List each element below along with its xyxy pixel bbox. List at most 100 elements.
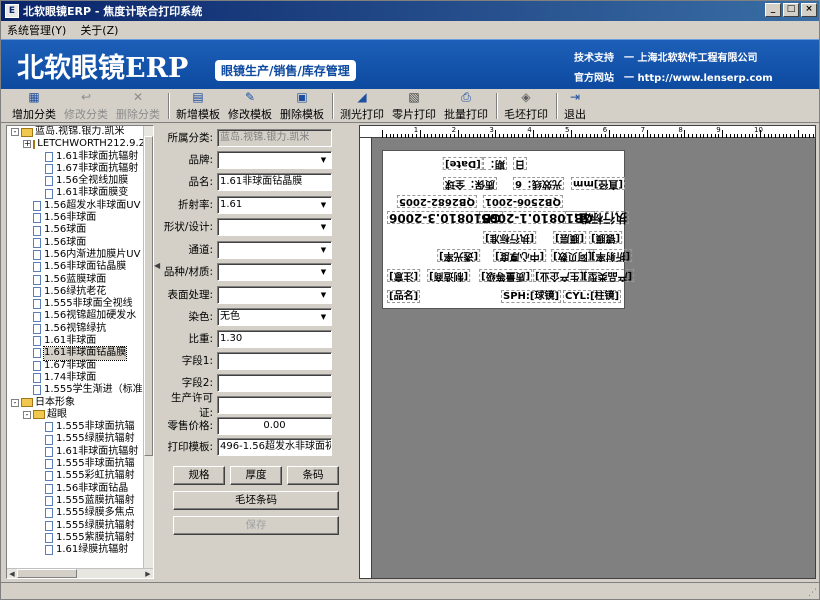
note-field[interactable]: [注意] xyxy=(387,269,421,282)
dye-select[interactable]: 无色 ▼ xyxy=(217,307,332,326)
chevron-down-icon[interactable]: ▼ xyxy=(317,153,330,167)
blank-barcode-button[interactable]: 毛坯条码 xyxy=(173,491,339,510)
quality-field[interactable]: [质量等级] xyxy=(479,269,533,282)
tree-item[interactable]: 1.56非球面 xyxy=(7,212,145,224)
tree-item[interactable]: 1.555非球面抗辐 xyxy=(7,421,145,433)
menu-system[interactable]: 系统管理(Y) xyxy=(7,22,66,38)
tree-item[interactable]: 1.67非球面抗辐射 xyxy=(7,163,145,175)
product-type-field[interactable]: [产品类型] xyxy=(581,269,635,282)
exit-button[interactable]: ⇥ 退出 xyxy=(561,90,589,122)
chevron-down-icon[interactable]: ▼ xyxy=(317,310,330,324)
tree-item[interactable]: 1.555非球面全视线 xyxy=(7,298,145,310)
tree-item[interactable]: 1.56内渐进加膜片UV xyxy=(7,249,145,261)
chevron-down-icon[interactable]: ▼ xyxy=(317,288,330,302)
tree-item[interactable]: 1.56视锦绿抗 xyxy=(7,323,145,335)
edit-template-button[interactable]: ✎ 修改模板 xyxy=(225,90,275,122)
tree-item[interactable]: 1.56球面 xyxy=(7,224,145,236)
license-input[interactable] xyxy=(217,395,332,414)
chevron-down-icon[interactable]: ▼ xyxy=(317,198,330,212)
template-field[interactable]: 496-1.56超发水非球面初 ... xyxy=(217,437,332,456)
tree-horizontal-scrollbar[interactable]: ◀ ▶ xyxy=(7,568,153,578)
field2-input[interactable] xyxy=(217,373,332,392)
material-select[interactable]: ▼ xyxy=(217,262,332,281)
company-field[interactable]: [生产企业] xyxy=(533,269,587,282)
collapse-icon[interactable]: - xyxy=(23,410,31,419)
tree-item[interactable]: 1.61非球面膜变 xyxy=(7,187,145,199)
retail-print-button[interactable]: ▧ 零片打印 xyxy=(389,90,439,122)
film-field[interactable]: [镀膜] xyxy=(589,231,623,244)
std4-field[interactable]: QB2682-2005 xyxy=(397,195,477,208)
field1-input[interactable] xyxy=(217,351,332,370)
tree-vscroll-thumb[interactable] xyxy=(144,136,153,456)
tree-item[interactable]: 1.61绿膜抗辐射 xyxy=(7,544,145,556)
channel-select[interactable]: ▼ xyxy=(217,240,332,259)
cyl-field[interactable]: CYL:[柱镜] xyxy=(563,290,622,303)
scroll-right-icon[interactable]: ▶ xyxy=(143,569,153,578)
tree-item[interactable]: + LETCHWORTH212.9.2 xyxy=(7,138,145,150)
new-template-button[interactable]: ▤ 新增模板 xyxy=(173,90,223,122)
tree-item[interactable]: 1.555绿膜抗辐射 xyxy=(7,520,145,532)
chevron-down-icon[interactable]: ▼ xyxy=(317,220,330,234)
date-field[interactable]: [Date] xyxy=(443,157,483,170)
tree-hscroll-thumb[interactable] xyxy=(17,569,77,578)
tree-item[interactable]: 1.56非球面钻晶膜 xyxy=(7,261,145,273)
coating-field[interactable]: [膜层] xyxy=(553,231,587,244)
chevron-down-icon[interactable]: ▼ xyxy=(317,243,330,257)
refractive-index-field[interactable]: [折射率] xyxy=(589,249,633,262)
close-button[interactable]: × xyxy=(801,3,817,17)
tree-item[interactable]: 1.56视锦超加硬发水 xyxy=(7,310,145,322)
std3-field[interactable]: QB2506-2001 xyxy=(483,195,563,208)
tree-item[interactable]: - 蓝岛.视锦.银力.凯米 xyxy=(7,126,145,138)
collapse-icon[interactable]: - xyxy=(11,398,19,407)
tree-item[interactable]: 1.56绿抗老花 xyxy=(7,286,145,298)
photometric-print-button[interactable]: ◢ 测光打印 xyxy=(337,90,387,122)
brand-select[interactable]: ▼ xyxy=(217,150,332,169)
tree-item[interactable]: 1.61非球面抗辐射 xyxy=(7,151,145,163)
abbe-field[interactable]: [阿贝数] xyxy=(551,249,595,262)
exec-std2-field[interactable]: [执行标准] xyxy=(483,231,537,244)
tree-item[interactable]: 1.555彩虹抗辐射 xyxy=(7,470,145,482)
shape-select[interactable]: ▼ xyxy=(217,217,332,236)
minimize-button[interactable]: _ xyxy=(765,3,781,17)
manufacturer-field[interactable]: [制造商] xyxy=(427,269,471,282)
tree-item[interactable]: 1.555绿膜多焦点 xyxy=(7,507,145,519)
label-preview-page[interactable]: [Date] 期： 日 质保：全球 光效线：6 [直径]mm QB2682-20… xyxy=(382,150,635,309)
tree-item[interactable]: - 超眼 xyxy=(7,409,145,421)
refractive-select[interactable]: 1.61 ▼ xyxy=(217,195,332,214)
transmit-field[interactable]: [透光率] xyxy=(437,249,481,262)
maximize-button[interactable]: □ xyxy=(783,3,799,17)
name-field[interactable]: [品名] xyxy=(387,290,421,303)
tree-item[interactable]: 1.56超发水非球面UV xyxy=(7,200,145,212)
gravity-field[interactable]: 1.30 xyxy=(217,329,332,348)
category-tree[interactable]: - 蓝岛.视锦.银力.凯米 + LETCHWORTH212.9.2 1.61非球面抗辐射… xyxy=(6,125,154,579)
collapse-icon[interactable]: - xyxy=(11,128,19,137)
menu-about[interactable]: 关于(Z) xyxy=(80,22,118,38)
save-button[interactable]: 保存 xyxy=(173,516,339,535)
tree-item[interactable]: 1.555学生渐进（标准 xyxy=(7,384,145,396)
tree-item[interactable]: 1.555紫膜抗辐射 xyxy=(7,532,145,544)
tree-item[interactable]: 1.74非球面 xyxy=(7,372,145,384)
surface-select[interactable]: ▼ xyxy=(217,285,332,304)
sph-field[interactable]: SPH:[球镜] xyxy=(501,290,562,303)
tree-item[interactable]: 1.61非球面 xyxy=(7,335,145,347)
tree-item[interactable]: 1.61非球面抗辐射 xyxy=(7,446,145,458)
tree-item[interactable]: - 日本形象 xyxy=(7,397,145,409)
tree-item[interactable]: 1.56非球面钻晶 xyxy=(7,483,145,495)
barcode-button[interactable]: 条码 xyxy=(287,466,339,485)
exec-std-field[interactable]: 执行标准： xyxy=(565,211,630,225)
tree-item[interactable]: 1.56蓝膜球面 xyxy=(7,274,145,286)
warranty-field[interactable]: 质保：全球 xyxy=(443,177,497,190)
title-bar[interactable]: E 北软眼镜ERP - 焦度计联合打印系统 _ □ × xyxy=(1,1,819,21)
blank-print-button[interactable]: ◈ 毛坯打印 xyxy=(501,90,551,122)
tree-item[interactable]: 1.555非球面抗辐 xyxy=(7,458,145,470)
tree-item[interactable]: 1.56球面 xyxy=(7,237,145,249)
tree-item[interactable]: 1.555蓝膜抗辐射 xyxy=(7,495,145,507)
expand-icon[interactable]: + xyxy=(23,140,31,149)
chevron-down-icon[interactable]: ▼ xyxy=(317,265,330,279)
tree-item[interactable]: 1.56全视线加膜 xyxy=(7,175,145,187)
spec-button[interactable]: 规格 xyxy=(173,466,225,485)
period-field[interactable]: 期： xyxy=(483,157,507,170)
visible-field[interactable]: 光效线：6 xyxy=(513,177,564,190)
tree-vertical-scrollbar[interactable] xyxy=(143,126,153,568)
delete-category-button[interactable]: ✕ 删除分类 xyxy=(113,90,163,122)
